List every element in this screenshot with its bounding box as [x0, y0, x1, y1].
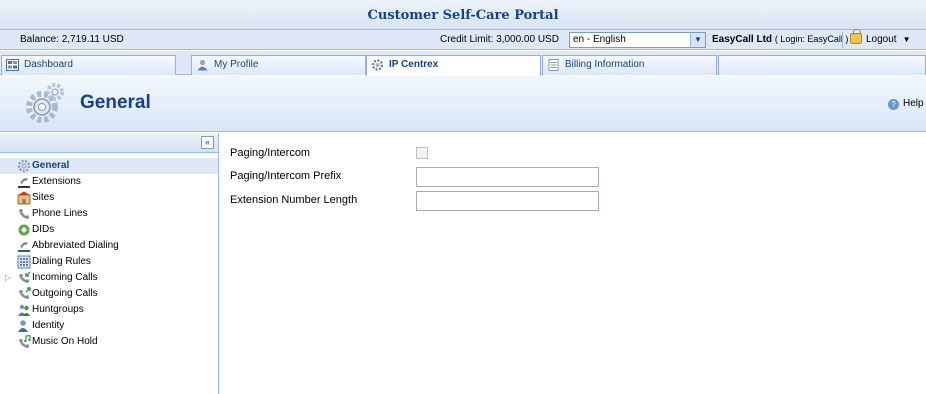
title-bar: Customer Self-Care Portal: [0, 0, 926, 30]
sites-icon: [17, 191, 31, 205]
expand-arrow-icon[interactable]: ▷: [5, 270, 11, 286]
page-header: General ? Help: [0, 76, 926, 132]
sidebar-item-dialing-rules[interactable]: Dialing Rules: [0, 254, 218, 270]
document-icon: [548, 59, 559, 71]
app-title: Customer Self-Care Portal: [367, 8, 559, 23]
paging-intercom-prefix-label: Paging/Intercom Prefix: [230, 170, 342, 182]
sidebar-item-abbreviated-dialing[interactable]: Abbreviated Dialing: [0, 238, 218, 254]
sidebar-item-extensions[interactable]: Extensions: [0, 174, 218, 190]
dashboard-icon: [6, 59, 19, 71]
language-value: en - English: [573, 34, 626, 45]
tab-label: IP Centrex: [389, 59, 439, 70]
chevron-down-icon[interactable]: ▼: [690, 33, 705, 47]
account-info: EasyCall Ltd ( Login: EasyCall ): [712, 34, 848, 45]
gear-icon: [17, 159, 31, 173]
tab-label: Dashboard: [24, 59, 73, 70]
sidebar-header: «: [0, 133, 218, 153]
tab-billing-information[interactable]: Billing Information: [542, 55, 717, 75]
dialing-rules-icon: [17, 255, 31, 269]
account-name: EasyCall Ltd: [712, 34, 773, 45]
divider: [842, 32, 843, 48]
sidebar-item-label: Extensions: [32, 176, 81, 187]
sidebar-item-label: DIDs: [32, 224, 55, 235]
sidebar-item-music-on-hold[interactable]: Music On Hold: [0, 334, 218, 350]
sidebar-item-label: Incoming Calls: [32, 272, 98, 283]
help-icon: ?: [888, 99, 899, 110]
outgoing-calls-icon: [19, 287, 31, 299]
gear-icon: [26, 83, 64, 123]
sidebar-item-general[interactable]: General: [0, 158, 218, 174]
sidebar-item-label: Dialing Rules: [32, 256, 91, 267]
paging-intercom-checkbox[interactable]: [416, 147, 428, 159]
user-icon: [197, 59, 208, 71]
sidebar-item-label: Outgoing Calls: [32, 288, 98, 299]
tab-ip-centrex[interactable]: IP Centrex: [366, 55, 541, 76]
logout-button[interactable]: Logout ▼: [850, 29, 911, 48]
help-label: Help: [903, 98, 924, 109]
abbreviated-dialing-icon: [18, 242, 30, 252]
dids-icon: [18, 224, 30, 236]
tab-label: My Profile: [214, 59, 259, 70]
sidebar-tree: General Extensions Sites Phone Lines DID…: [0, 158, 218, 350]
gear-icon: [371, 59, 384, 71]
incoming-calls-icon: [19, 271, 31, 283]
main-tabs: Dashboard My Profile IP Centrex Billing …: [0, 51, 926, 76]
sidebar-item-label: Music On Hold: [32, 336, 98, 347]
page-title: General: [80, 92, 151, 113]
sidebar-item-sites[interactable]: Sites: [0, 190, 218, 206]
extension-number-length-input[interactable]: [416, 191, 599, 211]
tab-my-profile[interactable]: My Profile: [191, 55, 366, 75]
tab-dashboard[interactable]: Dashboard: [1, 55, 176, 75]
collapse-sidebar-button[interactable]: «: [201, 136, 214, 149]
help-button[interactable]: ? Help: [888, 98, 924, 110]
sidebar-item-phone-lines[interactable]: Phone Lines: [0, 206, 218, 222]
sidebar-item-identity[interactable]: Identity: [0, 318, 218, 334]
music-on-hold-icon: [19, 335, 31, 348]
paging-intercom-prefix-input[interactable]: [416, 167, 599, 187]
phone-lines-icon: [19, 209, 29, 219]
login-text: ( Login: EasyCall ): [774, 34, 849, 44]
identity-icon: [18, 320, 28, 332]
sidebar-item-incoming-calls[interactable]: ▷ Incoming Calls: [0, 270, 218, 286]
sidebar-item-label: Identity: [32, 320, 65, 331]
sidebar-item-huntgroups[interactable]: Huntgroups: [0, 302, 218, 318]
sidebar-item-label: General: [32, 160, 70, 171]
sidebar-item-label: Phone Lines: [32, 208, 88, 219]
sidebar-item-label: Sites: [32, 192, 55, 203]
chevron-down-icon: ▼: [902, 35, 911, 44]
huntgroups-icon: [18, 304, 30, 316]
paging-intercom-label: Paging/Intercom: [230, 147, 311, 159]
tab-blank: [718, 55, 926, 75]
sidebar-item-label: Huntgroups: [32, 304, 84, 315]
sidebar-item-label: Abbreviated Dialing: [32, 240, 119, 251]
tab-label: Billing Information: [565, 59, 645, 70]
sidebar: « General Extensions Sites Phone Lines D…: [0, 133, 219, 394]
sidebar-item-outgoing-calls[interactable]: Outgoing Calls: [0, 286, 218, 302]
extensions-icon: [18, 178, 30, 188]
logout-label: Logout: [866, 34, 897, 45]
lock-icon: [850, 29, 862, 44]
sidebar-item-dids[interactable]: DIDs: [0, 222, 218, 238]
credit-limit-text: Credit Limit: 3,000.00 USD: [440, 34, 559, 45]
extension-number-length-label: Extension Number Length: [230, 194, 358, 206]
language-select[interactable]: en - English ▼: [569, 32, 706, 48]
info-bar: Balance: 2,719.11 USD Credit Limit: 3,00…: [0, 29, 926, 50]
balance-text: Balance: 2,719.11 USD: [20, 34, 124, 45]
